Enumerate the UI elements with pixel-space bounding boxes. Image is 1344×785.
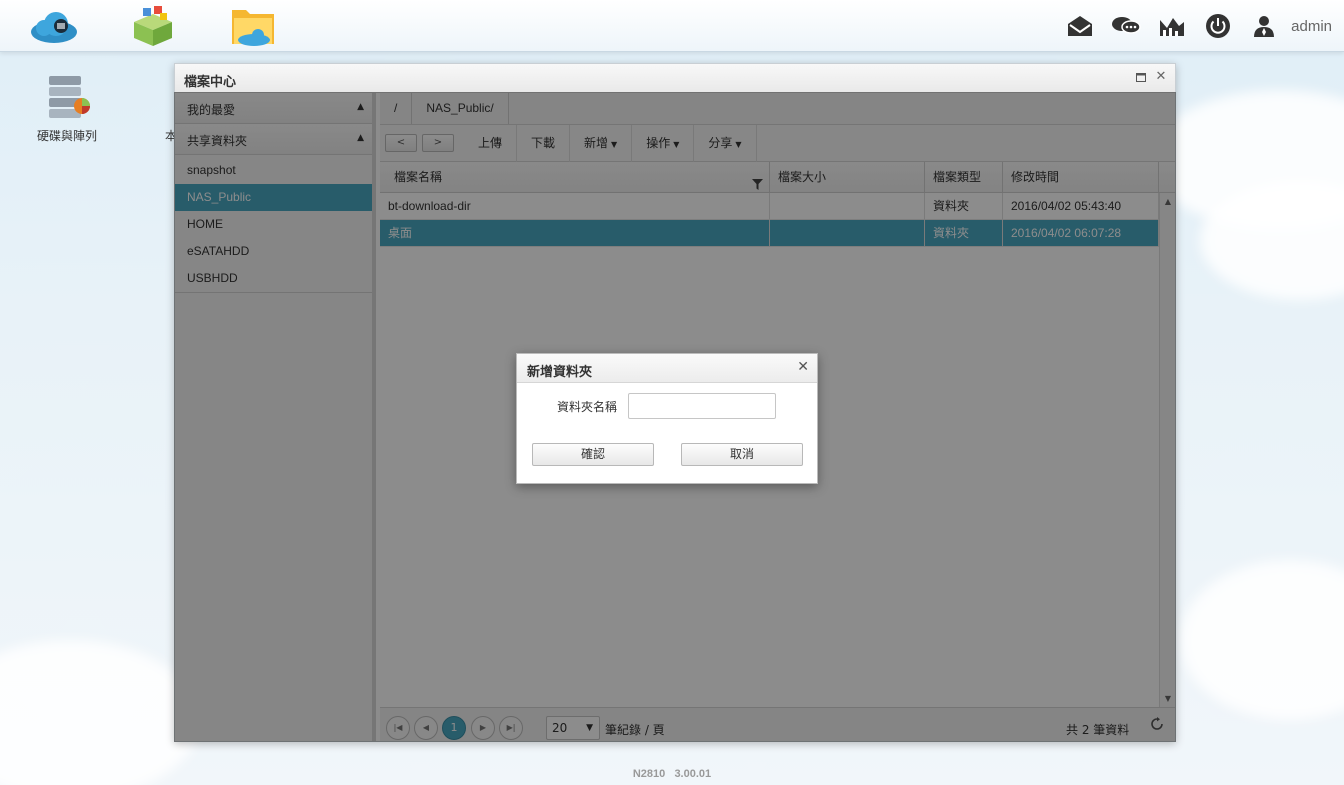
dialog-title: 新增資料夾	[527, 365, 593, 380]
footer-version: N2810 3.00.01	[0, 768, 1344, 780]
mail-icon[interactable]	[1057, 0, 1103, 52]
top-bar: admin	[0, 0, 1344, 52]
file-center-icon[interactable]	[230, 4, 280, 48]
app-center-icon[interactable]	[128, 4, 178, 48]
desktop-icon-label: 硬碟與陣列	[36, 129, 97, 143]
model-label: N2810	[632, 768, 666, 780]
window-title-bar[interactable]: 檔案中心 ✕	[175, 64, 1175, 93]
background-cloud	[0, 640, 200, 785]
dialog-title-bar[interactable]: 新增資料夾 ✕	[517, 354, 817, 383]
cancel-button[interactable]: 取消	[681, 443, 803, 466]
background-cloud	[1180, 560, 1344, 720]
username-label[interactable]: admin	[1287, 18, 1344, 35]
disk-array-icon	[49, 76, 90, 118]
chat-icon[interactable]	[1103, 0, 1149, 52]
new-folder-dialog: 新增資料夾 ✕ 資料夾名稱 確認 取消	[516, 353, 818, 484]
desktop-icon-disk-raid[interactable]: 硬碟與陣列	[27, 74, 107, 144]
close-icon[interactable]: ✕	[1153, 69, 1169, 87]
maximize-icon[interactable]	[1133, 69, 1149, 87]
close-icon[interactable]: ✕	[797, 359, 809, 375]
resource-monitor-icon[interactable]	[1149, 0, 1195, 52]
power-icon[interactable]	[1195, 0, 1241, 52]
user-icon[interactable]	[1241, 0, 1287, 52]
cloud-app-icon[interactable]	[28, 4, 78, 48]
version-label: 3.00.01	[674, 768, 712, 780]
window-title: 檔案中心	[184, 75, 237, 90]
folder-name-input[interactable]	[628, 393, 776, 419]
folder-name-label: 資料夾名稱	[557, 400, 618, 414]
confirm-button[interactable]: 確認	[532, 443, 654, 466]
